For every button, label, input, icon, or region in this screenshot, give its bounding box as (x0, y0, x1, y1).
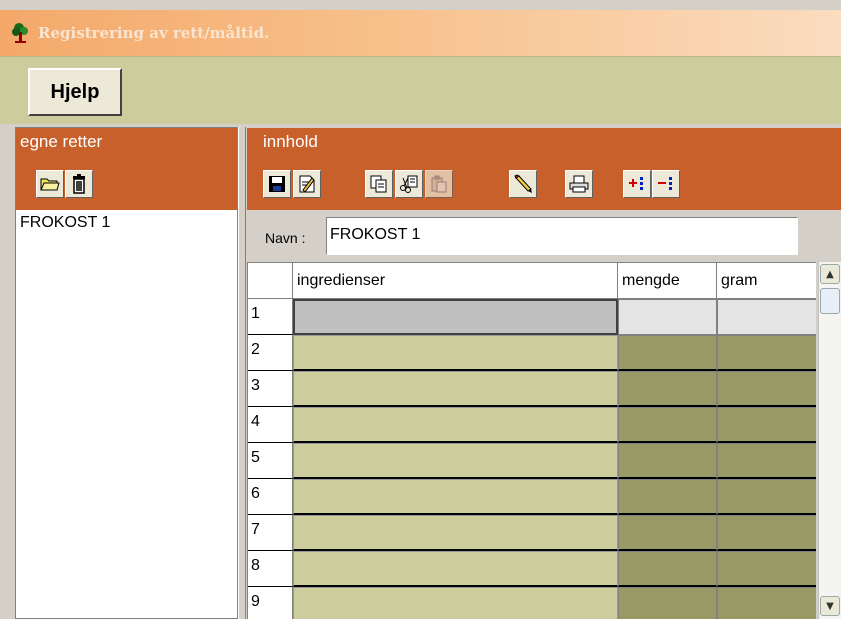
scroll-down-button[interactable]: ▼ (820, 596, 840, 616)
grid-scrollbar[interactable]: ▲ ▼ (818, 262, 841, 619)
scroll-up-button[interactable]: ▲ (820, 264, 840, 284)
gram-cell[interactable] (717, 371, 816, 407)
ingredient-cell[interactable] (293, 479, 618, 515)
help-button[interactable]: Hjelp (28, 68, 122, 116)
ingredient-cell[interactable] (293, 335, 618, 371)
gram-cell[interactable] (717, 407, 816, 443)
chevron-up-icon: ▲ (826, 268, 834, 280)
row-number: 3 (248, 371, 293, 407)
own-dishes-list[interactable]: FROKOST 1 (16, 210, 237, 619)
amount-cell[interactable] (618, 443, 717, 479)
edit-document-icon (297, 174, 317, 194)
print-button[interactable] (565, 170, 593, 198)
row-number: 2 (248, 335, 293, 371)
delete-row-button[interactable] (652, 170, 680, 198)
gram-cell[interactable] (717, 551, 816, 587)
grid-corner (248, 263, 293, 299)
cut-button[interactable] (395, 170, 423, 198)
pencil-icon (513, 174, 533, 194)
amount-cell[interactable] (618, 515, 717, 551)
own-dishes-title: egne retter (20, 132, 103, 151)
ingredient-cell[interactable] (293, 299, 618, 335)
copy-icon (370, 175, 388, 193)
window-title: Registrering av rett/måltid. (38, 24, 270, 42)
amount-cell[interactable] (618, 479, 717, 515)
cut-icon (399, 175, 419, 193)
delete-row-icon (656, 175, 676, 193)
own-dishes-header: egne retter (16, 128, 237, 210)
row-number: 7 (248, 515, 293, 551)
ingredient-cell[interactable] (293, 407, 618, 443)
name-label: Navn : (265, 230, 306, 246)
name-input[interactable]: FROKOST 1 (326, 217, 798, 255)
column-header-ingredients[interactable]: ingredienser (293, 263, 618, 299)
app-tree-icon (10, 22, 32, 44)
insert-row-icon (627, 175, 647, 193)
panel-splitter[interactable] (238, 127, 246, 619)
trash-icon (71, 174, 87, 194)
amount-cell[interactable] (618, 551, 717, 587)
open-folder-button[interactable] (36, 170, 64, 198)
column-header-amount[interactable]: mengde (618, 263, 717, 299)
chevron-down-icon: ▼ (826, 600, 834, 612)
ingredient-cell[interactable] (293, 371, 618, 407)
ingredients-grid: ingredienser mengde gram 1 2 3 4 5 6 7 8 9 (247, 262, 816, 619)
row-number: 6 (248, 479, 293, 515)
amount-cell[interactable] (618, 335, 717, 371)
ingredient-cell[interactable] (293, 551, 618, 587)
gram-cell[interactable] (717, 587, 816, 619)
row-number: 8 (248, 551, 293, 587)
gram-cell[interactable] (717, 443, 816, 479)
row-number: 5 (248, 443, 293, 479)
toolbar (0, 56, 841, 124)
amount-cell[interactable] (618, 407, 717, 443)
save-button[interactable] (263, 170, 291, 198)
gram-cell[interactable] (717, 335, 816, 371)
insert-row-button[interactable] (623, 170, 651, 198)
contents-header: innhold (247, 128, 841, 210)
amount-cell[interactable] (618, 587, 717, 619)
row-number: 9 (248, 587, 293, 619)
save-disk-icon (268, 175, 286, 193)
delete-button[interactable] (65, 170, 93, 198)
gram-cell[interactable] (717, 479, 816, 515)
printer-icon (569, 175, 589, 193)
amount-cell[interactable] (618, 299, 717, 335)
pencil-button[interactable] (509, 170, 537, 198)
ingredient-cell[interactable] (293, 443, 618, 479)
ingredient-cell[interactable] (293, 515, 618, 551)
column-header-gram[interactable]: gram (717, 263, 816, 299)
row-number: 4 (248, 407, 293, 443)
amount-cell[interactable] (618, 371, 717, 407)
gram-cell[interactable] (717, 515, 816, 551)
row-number: 1 (248, 299, 293, 335)
list-item[interactable]: FROKOST 1 (20, 214, 110, 232)
scroll-thumb[interactable] (820, 288, 840, 314)
title-bar: Registrering av rett/måltid. (0, 10, 841, 56)
paste-button[interactable] (425, 170, 453, 198)
copy-button[interactable] (365, 170, 393, 198)
paste-icon (430, 175, 448, 193)
contents-title: innhold (263, 132, 318, 151)
ingredient-cell[interactable] (293, 587, 618, 619)
open-folder-icon (40, 176, 60, 192)
edit-document-button[interactable] (293, 170, 321, 198)
gram-cell[interactable] (717, 299, 816, 335)
